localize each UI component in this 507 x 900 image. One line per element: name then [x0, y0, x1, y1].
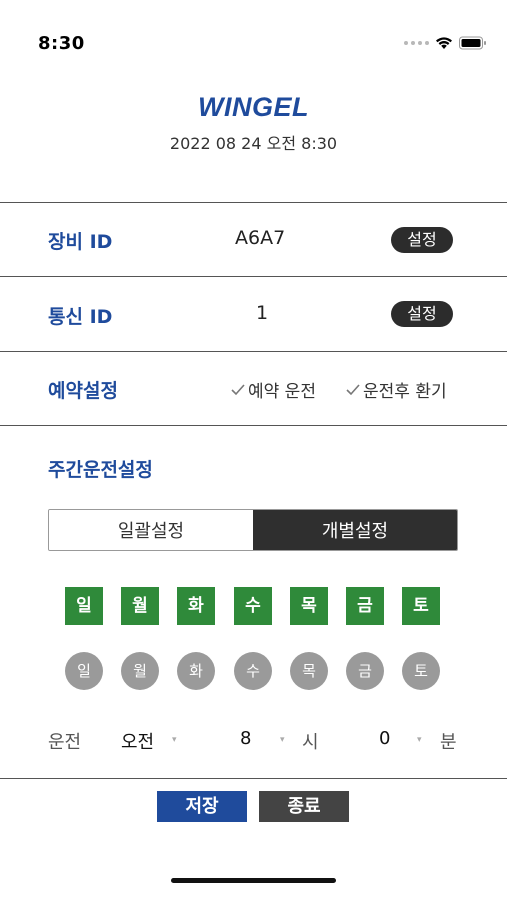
wifi-icon	[436, 37, 452, 49]
hour-dropdown-icon[interactable]: ▾	[280, 735, 285, 745]
comm-id-label: 통신 ID	[48, 306, 113, 328]
day-sat-active[interactable]: 토	[402, 587, 440, 625]
home-indicator[interactable]	[171, 878, 336, 883]
day-tue-inactive[interactable]: 화	[177, 652, 215, 690]
checkmark-icon	[346, 383, 360, 395]
day-mon-active[interactable]: 월	[121, 587, 159, 625]
day-fri-inactive[interactable]: 금	[346, 652, 384, 690]
day-wed-inactive[interactable]: 수	[234, 652, 272, 690]
exit-button[interactable]: 종료	[259, 791, 349, 822]
day-fri-active[interactable]: 금	[346, 587, 384, 625]
day-tue-active[interactable]: 화	[177, 587, 215, 625]
minute-select[interactable]: 0	[379, 728, 390, 749]
weekly-label: 주간운전설정	[48, 459, 153, 481]
ampm-dropdown-icon[interactable]: ▾	[172, 735, 177, 745]
day-wed-active[interactable]: 수	[234, 587, 272, 625]
status-bar: 8:30	[0, 0, 507, 88]
status-time: 8:30	[38, 33, 85, 54]
day-thu-active[interactable]: 목	[290, 587, 328, 625]
battery-icon	[459, 36, 486, 50]
minute-dropdown-icon[interactable]: ▾	[417, 735, 422, 745]
cellular-signal-icon	[404, 41, 429, 45]
day-sat-inactive[interactable]: 토	[402, 652, 440, 690]
ampm-select[interactable]: 오전	[121, 728, 154, 754]
bulk-setting-tab[interactable]: 일괄설정	[49, 510, 253, 550]
checkmark-icon	[231, 383, 245, 395]
divider	[0, 202, 507, 203]
brand-logo: WINGEL	[198, 92, 309, 122]
day-mon-inactive[interactable]: 월	[121, 652, 159, 690]
reservation-label: 예약설정	[48, 380, 118, 402]
divider	[0, 425, 507, 426]
weekly-mode-segment: 일괄설정 개별설정	[48, 509, 458, 551]
day-thu-inactive[interactable]: 목	[290, 652, 328, 690]
minute-unit-label: 분	[440, 732, 457, 753]
device-id-value: A6A7	[235, 227, 286, 249]
divider	[0, 778, 507, 779]
vent-after-run-label: 운전후 환기	[363, 382, 447, 402]
divider	[0, 351, 507, 352]
save-button[interactable]: 저장	[157, 791, 247, 822]
device-id-set-button[interactable]: 설정	[391, 227, 453, 253]
reservation-run-label: 예약 운전	[248, 382, 316, 402]
current-datetime: 2022 08 24 오전 8:30	[169, 134, 338, 153]
day-sun-inactive[interactable]: 일	[65, 652, 103, 690]
device-id-label: 장비 ID	[48, 231, 113, 253]
comm-id-set-button[interactable]: 설정	[391, 301, 453, 327]
vent-after-run-option[interactable]: 운전후 환기	[345, 377, 447, 402]
day-sun-active[interactable]: 일	[65, 587, 103, 625]
hour-unit-label: 시	[302, 732, 319, 753]
divider	[0, 276, 507, 277]
run-label: 운전	[48, 732, 82, 753]
individual-setting-tab[interactable]: 개별설정	[253, 510, 457, 550]
reservation-run-option[interactable]: 예약 운전	[230, 377, 316, 402]
comm-id-value: 1	[256, 302, 269, 324]
status-icons	[404, 36, 487, 50]
hour-select[interactable]: 8	[240, 728, 251, 749]
